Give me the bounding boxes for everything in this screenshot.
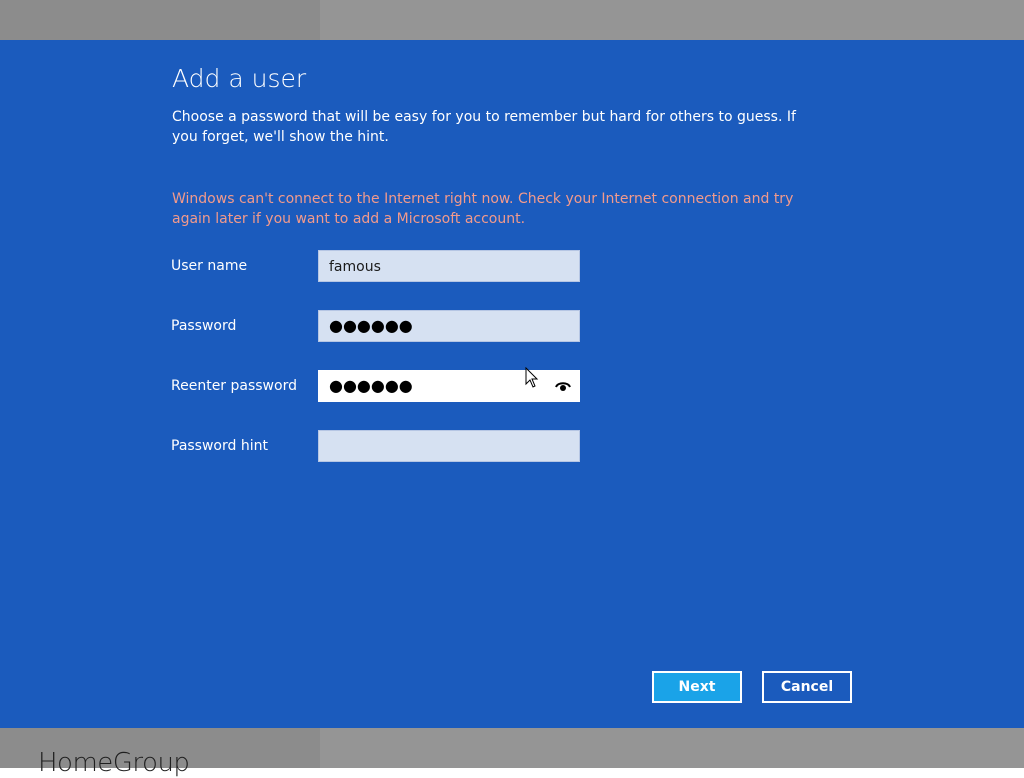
reenter-password-masked-value: ●●●●●● bbox=[329, 376, 413, 395]
password-hint-field[interactable] bbox=[318, 430, 580, 462]
reenter-password-label: Reenter password bbox=[171, 378, 297, 394]
username-label: User name bbox=[171, 258, 248, 274]
password-field[interactable]: ●●●●●● bbox=[318, 310, 580, 342]
password-row: Password ●●●●●● bbox=[171, 310, 591, 342]
dialog-title: Add a user bbox=[172, 64, 307, 93]
username-field[interactable]: famous bbox=[318, 250, 580, 282]
password-hint-label: Password hint bbox=[171, 438, 268, 454]
background-section-title: HomeGroup bbox=[38, 748, 190, 778]
password-label: Password bbox=[171, 318, 237, 334]
password-hint-row: Password hint bbox=[171, 430, 591, 462]
next-button[interactable]: Next bbox=[652, 671, 742, 703]
username-row: User name famous bbox=[171, 250, 591, 282]
reveal-password-eye-icon[interactable] bbox=[555, 379, 571, 393]
instructions-text: Choose a password that will be easy for … bbox=[172, 109, 796, 145]
cancel-button[interactable]: Cancel bbox=[762, 671, 852, 703]
reenter-password-field[interactable]: ●●●●●● bbox=[318, 370, 580, 402]
mouse-pointer-icon bbox=[525, 367, 539, 388]
add-user-dialog: Add a user Choose a password that will b… bbox=[0, 40, 1024, 728]
connection-warning: Windows can't connect to the Internet ri… bbox=[172, 191, 794, 227]
username-value: famous bbox=[329, 259, 381, 275]
password-masked-value: ●●●●●● bbox=[329, 316, 413, 335]
